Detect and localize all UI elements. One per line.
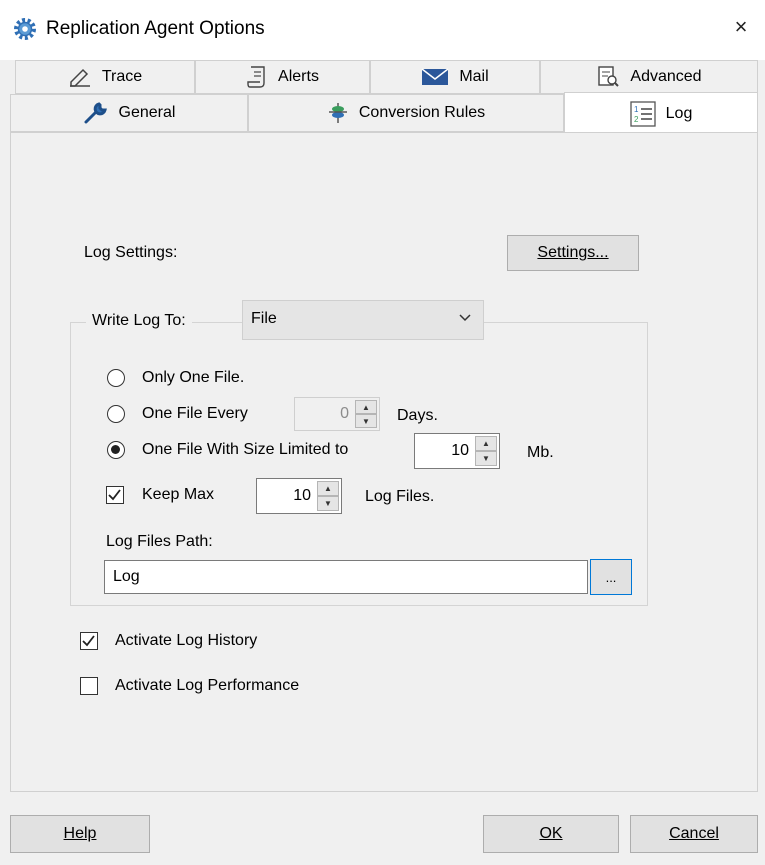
radio-one-file-every[interactable] — [107, 405, 125, 423]
tab-label: Mail — [459, 68, 489, 85]
radio-one-file-every-label: One File Every — [142, 405, 248, 422]
keep-max-checkbox[interactable] — [106, 486, 124, 504]
activate-log-performance-checkbox[interactable] — [80, 677, 98, 695]
envelope-icon — [421, 68, 449, 85]
settings-button-label: Settings... — [537, 244, 609, 261]
activate-log-performance-label: Activate Log Performance — [115, 677, 300, 694]
ok-button-label: OK — [539, 825, 563, 842]
tab-label: Alerts — [278, 68, 319, 85]
write-log-to-select[interactable]: File — [242, 300, 484, 340]
write-log-to-label: Write Log To: — [86, 312, 192, 330]
days-stepper[interactable]: 0 ▲ ▼ — [294, 397, 380, 431]
svg-text:1: 1 — [634, 105, 639, 114]
spin-up-icon[interactable]: ▲ — [475, 436, 497, 451]
spin-up-icon[interactable]: ▲ — [317, 481, 339, 496]
help-button[interactable]: Help — [10, 815, 150, 853]
activate-log-history-label: Activate Log History — [115, 632, 258, 649]
spin-down-icon[interactable]: ▼ — [355, 414, 377, 428]
tab-advanced[interactable]: Advanced — [540, 60, 758, 94]
keep-max-label: Keep Max — [142, 486, 215, 503]
radio-selected-dot — [111, 445, 120, 454]
days-value: 0 — [340, 405, 349, 422]
wrench-icon — [84, 102, 107, 124]
spin-down-icon[interactable]: ▼ — [317, 496, 339, 511]
radio-size-limited-label: One File With Size Limited to — [142, 441, 349, 458]
tab-label: Conversion Rules — [358, 104, 486, 121]
size-value: 10 — [451, 442, 469, 459]
checkmark-icon — [108, 489, 121, 501]
tab-log[interactable]: 1 2 Log — [564, 92, 758, 134]
write-log-to-value: File — [251, 310, 277, 327]
log-files-path-value: Log — [113, 568, 140, 585]
keep-max-stepper[interactable]: 10 ▲ ▼ — [256, 478, 342, 514]
keep-max-value: 10 — [293, 487, 311, 504]
log-files-label: Log Files. — [365, 488, 435, 505]
pencil-icon — [69, 68, 90, 87]
radio-only-one-file-label: Only One File. — [142, 369, 245, 386]
window-title: Replication Agent Options — [46, 18, 265, 39]
tab-trace[interactable]: Trace — [15, 60, 195, 94]
gear-icon — [14, 18, 36, 40]
size-stepper[interactable]: 10 ▲ ▼ — [414, 433, 500, 469]
title-bar: Replication Agent Options × — [0, 0, 765, 60]
svg-text:2: 2 — [634, 115, 639, 124]
log-settings-label: Log Settings: — [84, 244, 178, 261]
spin-down-icon[interactable]: ▼ — [475, 451, 497, 466]
size-unit: Mb. — [527, 444, 554, 461]
document-search-icon — [598, 66, 620, 87]
close-button[interactable]: × — [726, 12, 756, 42]
browse-button-label: ... — [605, 569, 617, 585]
numbered-list-icon: 1 2 — [629, 100, 656, 127]
log-files-path-label: Log Files Path: — [106, 533, 213, 550]
script-icon — [247, 66, 265, 88]
tab-conversion-rules[interactable]: Conversion Rules — [248, 94, 564, 132]
log-files-path-input[interactable]: Log — [104, 560, 588, 594]
days-label: Days. — [397, 407, 438, 424]
tab-label: Log — [665, 104, 693, 122]
tab-label: General — [118, 104, 176, 121]
help-button-label: Help — [63, 825, 97, 842]
browse-button[interactable]: ... — [590, 559, 632, 595]
checkmark-icon — [82, 635, 95, 647]
tab-label: Advanced — [630, 68, 702, 85]
tab-general[interactable]: General — [10, 94, 248, 132]
radio-only-one-file[interactable] — [107, 369, 125, 387]
tab-mail[interactable]: Mail — [370, 60, 540, 94]
conversion-icon — [328, 103, 347, 123]
ok-button[interactable]: OK — [483, 815, 619, 853]
chevron-down-icon — [459, 314, 471, 322]
tab-label: Trace — [101, 68, 143, 85]
spin-up-icon[interactable]: ▲ — [355, 400, 377, 414]
tab-alerts[interactable]: Alerts — [195, 60, 370, 94]
cancel-button[interactable]: Cancel — [630, 815, 758, 853]
activate-log-history-checkbox[interactable] — [80, 632, 98, 650]
radio-size-limited[interactable] — [107, 441, 125, 459]
settings-button[interactable]: Settings... — [507, 235, 639, 271]
cancel-button-label: Cancel — [669, 825, 719, 842]
